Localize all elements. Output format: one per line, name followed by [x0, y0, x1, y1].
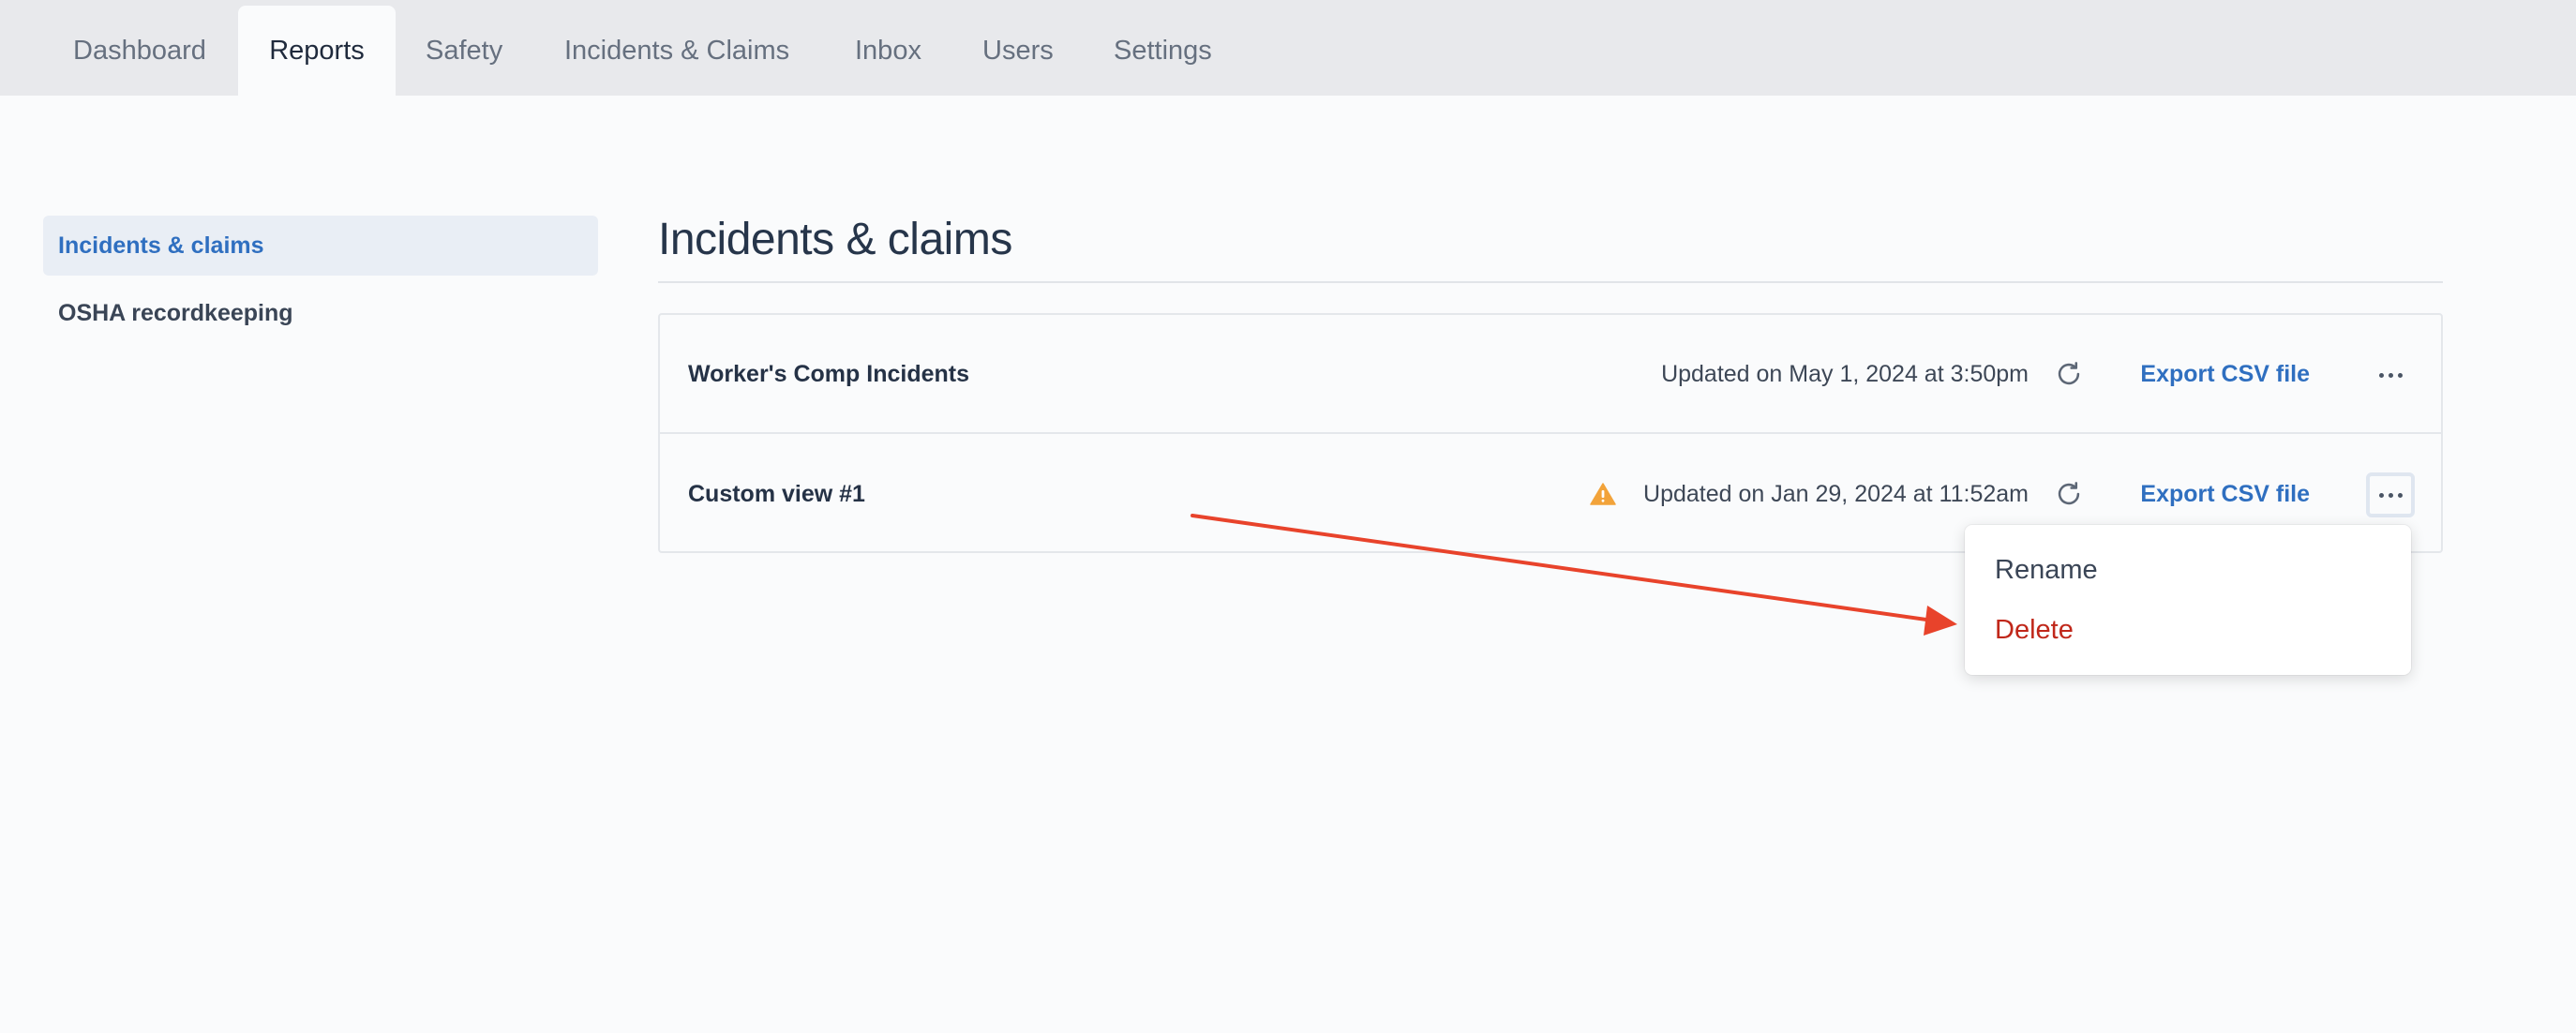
reports-list: Worker's Comp Incidents Updated on May 1… — [658, 313, 2443, 553]
more-icon — [2378, 492, 2403, 498]
report-name: Custom view #1 — [688, 481, 865, 507]
sidebar-item-incidents-claims[interactable]: Incidents & claims — [43, 216, 598, 276]
tab-incidents-claims[interactable]: Incidents & Claims — [534, 6, 819, 96]
tab-users[interactable]: Users — [952, 6, 1084, 96]
more-options-button[interactable] — [2366, 472, 2415, 517]
top-nav: Dashboard Reports Safety Incidents & Cla… — [0, 0, 2576, 96]
tab-safety[interactable]: Safety — [396, 6, 532, 96]
rename-menu-item[interactable]: Rename — [1995, 544, 2098, 596]
report-row: Worker's Comp Incidents Updated on May 1… — [660, 315, 2441, 434]
report-updated-text: Updated on May 1, 2024 at 3:50pm — [1661, 361, 2029, 387]
title-divider — [658, 281, 2443, 283]
tab-reports[interactable]: Reports — [238, 6, 396, 96]
tab-settings[interactable]: Settings — [1084, 6, 1242, 96]
export-csv-link[interactable]: Export CSV file — [2140, 315, 2310, 434]
tab-inbox[interactable]: Inbox — [825, 6, 951, 96]
refresh-icon[interactable] — [2053, 478, 2085, 510]
tab-dashboard[interactable]: Dashboard — [43, 6, 236, 96]
options-menu: Rename Delete — [1965, 525, 2411, 675]
page-title: Incidents & claims — [658, 215, 1012, 264]
more-options-button[interactable] — [2366, 352, 2415, 397]
warning-icon — [1590, 483, 1616, 505]
sidebar-item-osha-recordkeeping[interactable]: OSHA recordkeeping — [43, 283, 598, 343]
refresh-icon[interactable] — [2053, 358, 2085, 390]
report-name: Worker's Comp Incidents — [688, 361, 969, 387]
delete-menu-item[interactable]: Delete — [1995, 604, 2074, 656]
more-icon — [2378, 372, 2403, 378]
